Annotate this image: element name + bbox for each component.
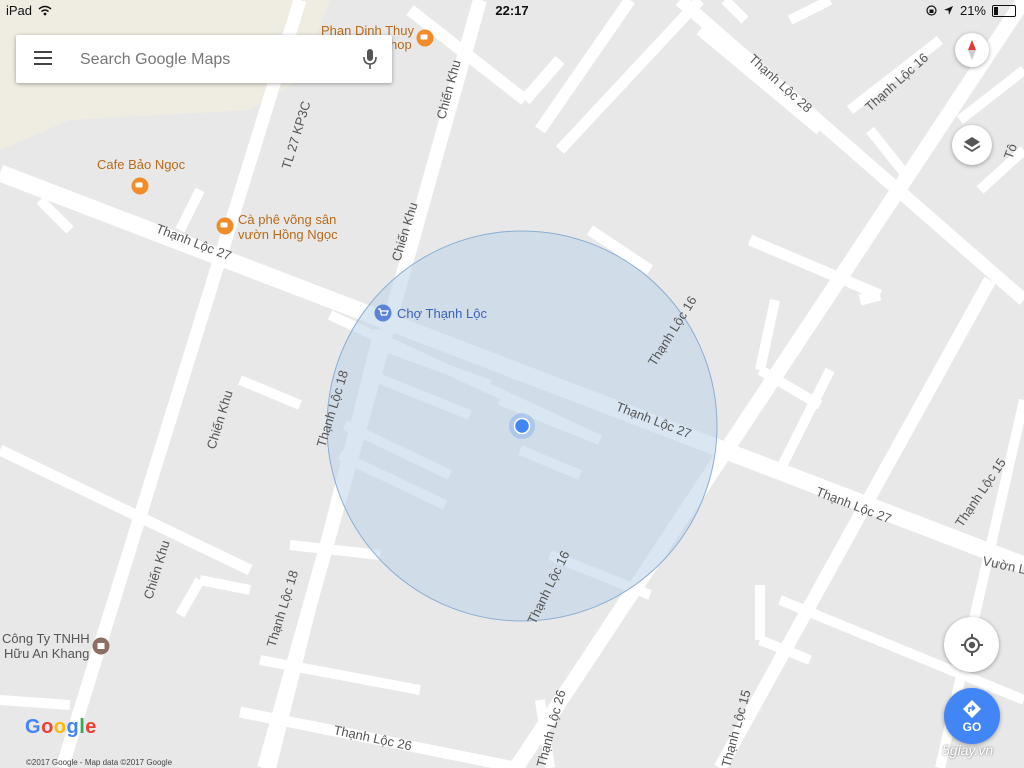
hamburger-menu-icon[interactable] bbox=[34, 51, 52, 65]
status-bar: iPad 22:17 21% bbox=[0, 0, 1024, 20]
svg-text:hop: hop bbox=[390, 37, 412, 52]
search-bar[interactable] bbox=[16, 35, 392, 83]
status-right: 21% bbox=[926, 3, 1016, 18]
map-copyright: ©2017 Google - Map data ©2017 Google bbox=[26, 758, 173, 767]
svg-text:vườn Hồng Ngọc: vườn Hồng Ngọc bbox=[238, 227, 338, 242]
google-logo: Google bbox=[25, 716, 97, 738]
go-directions-button[interactable]: GO bbox=[944, 688, 1000, 744]
layers-icon bbox=[963, 137, 981, 153]
battery-icon bbox=[992, 4, 1016, 17]
directions-icon bbox=[963, 699, 981, 718]
watermark: 5giay.vn bbox=[942, 742, 994, 758]
orientation-lock-icon bbox=[926, 5, 937, 16]
svg-text:Cafe Bảo Ngọc: Cafe Bảo Ngọc bbox=[97, 157, 186, 172]
battery-level bbox=[994, 6, 999, 15]
layers-button[interactable] bbox=[952, 125, 992, 165]
location-arrow-icon bbox=[943, 6, 953, 15]
shopping-cart-icon bbox=[374, 304, 392, 322]
current-location-dot bbox=[513, 417, 531, 435]
compass-button[interactable] bbox=[955, 33, 989, 67]
svg-text:Cà phê võng sân: Cà phê võng sân bbox=[238, 212, 336, 227]
microphone-icon[interactable] bbox=[362, 48, 378, 70]
go-label: GO bbox=[962, 719, 982, 734]
status-time: 22:17 bbox=[495, 3, 529, 18]
svg-text:Chợ Thạnh Lộc: Chợ Thạnh Lộc bbox=[397, 306, 487, 321]
battery-percent: 21% bbox=[959, 3, 986, 18]
search-input[interactable] bbox=[78, 47, 352, 73]
my-location-icon bbox=[960, 633, 983, 656]
svg-text:Công Ty TNHH: Công Ty TNHH bbox=[2, 631, 90, 646]
compass-icon bbox=[968, 40, 976, 60]
my-location-button[interactable] bbox=[944, 617, 999, 672]
svg-text:Hữu An Khang: Hữu An Khang bbox=[4, 646, 89, 661]
map-canvas[interactable]: Thạnh Lộc 27 Thạnh Lộc 27 Thạnh Lộc 27 T… bbox=[0, 0, 1024, 768]
